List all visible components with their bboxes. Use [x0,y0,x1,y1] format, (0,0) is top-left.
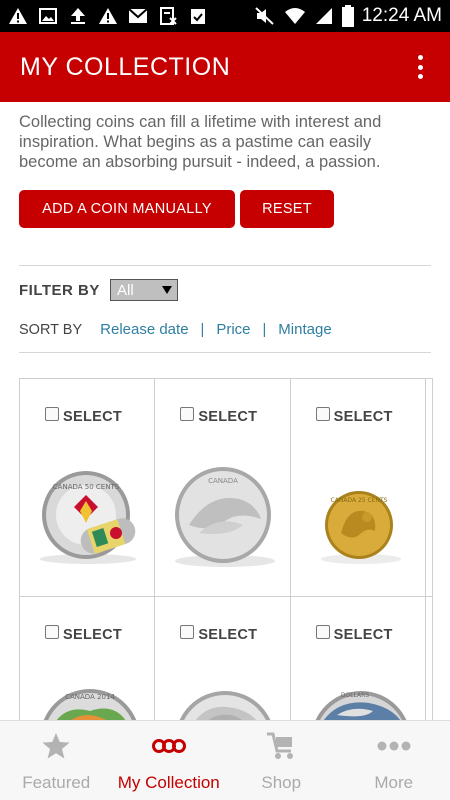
coin-card-partial [425,379,433,597]
coin-image[interactable]: CANADA 2014 [38,685,142,720]
sort-row: SORT BY Release date | Price | Mintage [19,321,332,338]
battery-icon [341,5,354,27]
coin-card[interactable]: SELECT CANADA 2014 [20,597,156,720]
svg-text:CANADA 50 CENTS: CANADA 50 CENTS [53,483,120,491]
svg-text:CANADA: CANADA [208,477,238,485]
svg-text:CANADA 25 CENTS: CANADA 25 CENTS [330,497,387,504]
wifi-icon [284,8,305,24]
system-status: 12:24 AM [254,5,442,27]
coin-row: SELECT CANADA 2014 SELECT SELECT DOLLARS [20,597,433,720]
coin-select[interactable]: SELECT [180,625,258,643]
coin-select[interactable]: SELECT [315,407,393,425]
select-checkbox[interactable] [315,625,330,639]
mute-icon [255,7,274,25]
sort-separator: | [200,321,205,338]
coin-grid: SELECT CANADA 50 CENTS SELECT CANADA SEL… [19,378,433,720]
coin-select[interactable]: SELECT [45,625,122,643]
select-label: SELECT [333,409,393,425]
filter-select[interactable]: All [110,279,178,301]
svg-text:CANADA 2014: CANADA 2014 [65,693,115,701]
reset-button[interactable]: RESET [240,190,334,228]
select-label: SELECT [63,627,122,643]
sort-release-date-link[interactable]: Release date [100,321,188,338]
select-checkbox[interactable] [180,625,195,639]
select-checkbox[interactable] [315,407,330,421]
select-checkbox[interactable] [45,407,59,421]
svg-text:DOLLARS: DOLLARS [341,692,369,699]
nav-label: Shop [261,773,302,792]
select-checkbox[interactable] [180,407,195,421]
overflow-menu-icon[interactable] [410,52,430,82]
coin-select[interactable]: SELECT [315,625,393,643]
nav-label: My Collection [117,773,220,792]
star-icon [41,731,71,761]
warning-icon [9,8,27,24]
nav-my-collection[interactable]: My Collection [113,721,226,800]
nav-shop[interactable]: Shop [225,721,338,800]
divider [19,265,431,266]
nav-more[interactable]: More [338,721,450,800]
gmail-icon [128,8,148,23]
more-dots-icon [377,731,411,761]
add-coin-manually-button[interactable]: ADD A COIN MANUALLY [19,190,235,228]
page-title: MY COLLECTION [20,52,231,81]
select-checkbox[interactable] [45,625,59,639]
nav-label: More [374,773,414,792]
coin-card[interactable]: SELECT [155,597,291,720]
clipboard-check-icon [191,9,205,24]
coin-image[interactable]: CANADA [169,463,279,569]
coin-card[interactable]: SELECT CANADA [155,379,291,597]
clock: 12:24 AM [361,5,442,26]
nav-label: Featured [22,773,91,792]
select-label: SELECT [63,409,122,425]
filter-label: FILTER BY [19,282,100,299]
upload-icon [71,8,85,24]
sort-separator: | [262,321,267,338]
coin-select[interactable]: SELECT [180,407,258,425]
coin-image[interactable]: CANADA 25 CENTS [311,487,411,567]
coin-image[interactable]: CANADA 50 CENTS [36,467,146,567]
sort-mintage-link[interactable]: Mintage [278,321,331,338]
cart-icon [265,731,297,761]
divider [19,352,431,353]
sort-price-link[interactable]: Price [216,321,250,338]
bottom-navigation: Featured My Collection Shop More [0,720,450,800]
coin-card[interactable]: SELECT DOLLARS [291,597,426,720]
nav-featured[interactable]: Featured [0,721,113,800]
select-label: SELECT [198,409,258,425]
signal-icon [315,8,332,24]
filter-select-value: All [117,281,134,299]
intro-text: Collecting coins can fill a lifetime wit… [19,113,382,171]
sort-label: SORT BY [19,321,83,338]
sim-alert-icon [160,7,177,25]
select-label: SELECT [333,627,393,643]
status-bar: 12:24 AM [0,0,450,32]
select-label: SELECT [198,627,258,643]
collection-content[interactable]: Collecting coins can fill a lifetime wit… [0,102,450,720]
coin-select[interactable]: SELECT [45,407,122,425]
notification-icons [8,7,254,25]
coin-image[interactable] [173,685,277,720]
app-bar: MY COLLECTION [0,32,450,102]
coin-row: SELECT CANADA 50 CENTS SELECT CANADA SEL… [20,379,433,597]
coin-card[interactable]: SELECT CANADA 25 CENTS [290,379,426,597]
coin-image[interactable]: DOLLARS [309,685,413,720]
coin-card-partial [426,597,433,720]
dropdown-arrow-icon [162,286,172,294]
image-icon [39,8,57,24]
coin-card[interactable]: SELECT CANADA 50 CENTS [20,379,156,597]
warning-icon [99,8,117,24]
collection-icon [151,731,186,761]
